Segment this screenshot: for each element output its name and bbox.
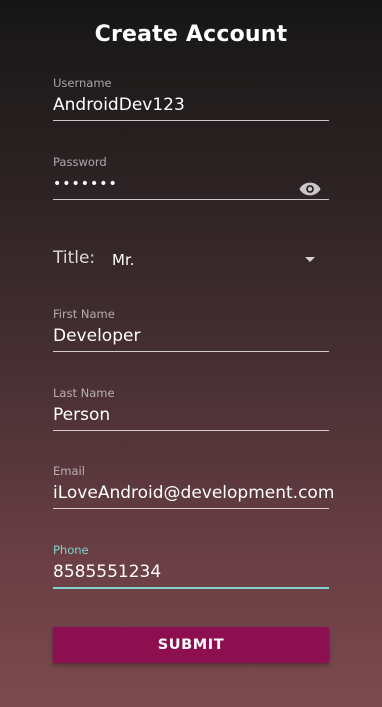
title-select-row[interactable]: Title: Mr. — [53, 248, 329, 272]
last-name-field[interactable]: Last Name Person — [53, 386, 329, 431]
phone-underline — [53, 587, 329, 589]
title-select-value[interactable]: Mr. — [112, 251, 135, 269]
create-account-screen: Create Account Username AndroidDev123 Pa… — [0, 0, 382, 707]
dropdown-caret-icon[interactable] — [305, 257, 315, 262]
last-name-input[interactable]: Person — [53, 404, 329, 426]
last-name-underline — [53, 430, 329, 431]
page-title: Create Account — [94, 22, 288, 47]
email-label: Email — [53, 464, 85, 478]
first-name-input[interactable]: Developer — [53, 325, 329, 347]
email-field[interactable]: Email iLoveAndroid@development.com — [53, 464, 334, 509]
first-name-field[interactable]: First Name Developer — [53, 307, 329, 352]
phone-field[interactable]: Phone 8585551234 — [53, 543, 329, 589]
title-select-label: Title: — [53, 248, 96, 268]
first-name-underline — [53, 351, 329, 352]
phone-input[interactable]: 8585551234 — [53, 561, 329, 583]
email-underline — [53, 508, 329, 509]
password-input[interactable]: ••••••• — [53, 173, 329, 195]
email-input[interactable]: iLoveAndroid@development.com — [53, 482, 334, 504]
submit-button[interactable]: SUBMIT — [53, 627, 329, 663]
username-label: Username — [53, 76, 112, 90]
last-name-label: Last Name — [53, 386, 115, 400]
first-name-label: First Name — [53, 307, 115, 321]
username-input[interactable]: AndroidDev123 — [53, 94, 329, 116]
password-field[interactable]: Password ••••••• — [53, 155, 329, 200]
phone-label: Phone — [53, 543, 89, 557]
password-label: Password — [53, 155, 107, 169]
eye-icon[interactable] — [299, 181, 321, 197]
username-field[interactable]: Username AndroidDev123 — [53, 76, 329, 121]
password-underline — [53, 199, 329, 200]
username-underline — [53, 120, 329, 121]
